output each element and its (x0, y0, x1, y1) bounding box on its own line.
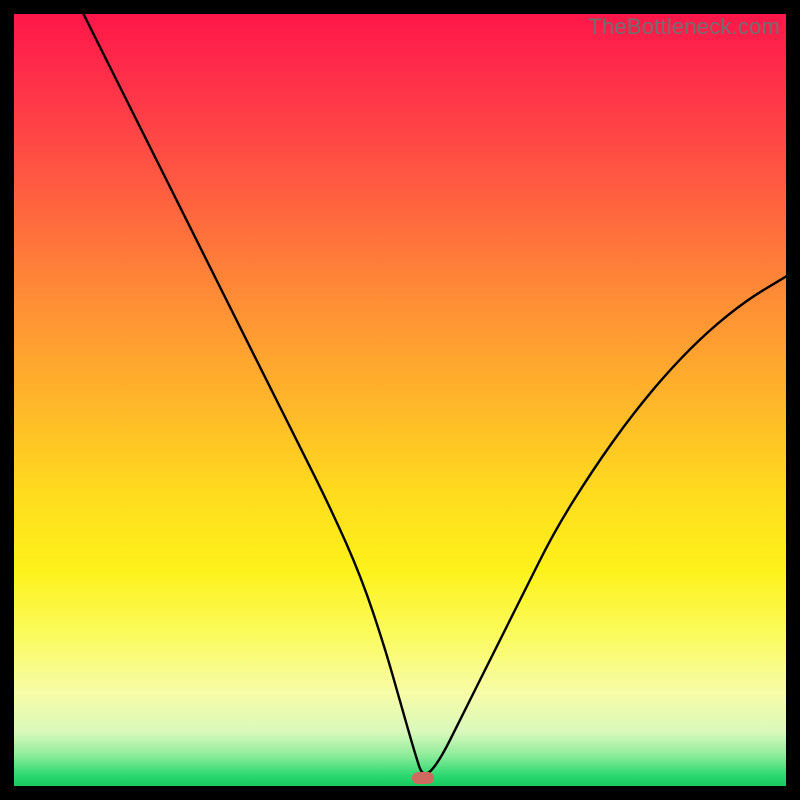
trough-marker (412, 772, 434, 784)
plot-area: TheBottleneck.com (14, 14, 786, 786)
bottleneck-curve (14, 14, 786, 786)
chart-frame: TheBottleneck.com (0, 0, 800, 800)
